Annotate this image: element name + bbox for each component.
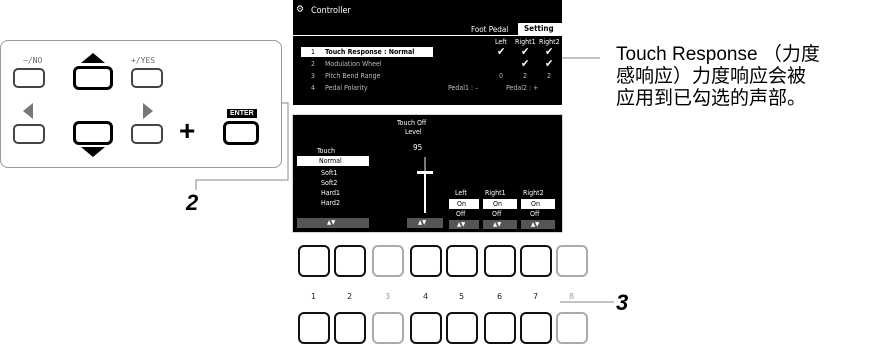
- check-icon[interactable]: ✔: [545, 57, 553, 70]
- step-3-label: 3: [616, 290, 629, 315]
- part-right2-on[interactable]: On: [521, 199, 555, 209]
- button-number-5: 5: [459, 292, 465, 301]
- touch-option[interactable]: Normal: [319, 157, 342, 165]
- tab-foot-pedal[interactable]: Foot Pedal: [471, 25, 508, 34]
- touch-option[interactable]: Soft1: [321, 169, 337, 177]
- touch-heading: Touch: [317, 147, 335, 155]
- upper-button-5[interactable]: [446, 245, 478, 277]
- item-number: 3: [311, 72, 316, 80]
- button-number-6: 6: [497, 292, 503, 301]
- upper-button-1[interactable]: [298, 245, 330, 277]
- callout-line-1: Touch Response （力度: [616, 44, 820, 65]
- touch-off-label-2: Level: [405, 128, 422, 136]
- touch-option[interactable]: Hard2: [321, 199, 340, 207]
- pedal1-polarity[interactable]: Pedal1 : –: [448, 84, 478, 92]
- callout-line-3: 应用到已勾选的声部。: [616, 88, 807, 109]
- callout-line-2: 感响应）力度响应会被: [616, 66, 807, 87]
- item-number: 4: [311, 84, 316, 92]
- pitch-bend-left-value[interactable]: 0: [499, 72, 503, 80]
- part-left-arrows[interactable]: ▲▼: [449, 220, 479, 229]
- button-number-8: 8: [569, 292, 575, 301]
- touch-off-value: 95: [413, 143, 423, 152]
- tab-setting[interactable]: Setting: [518, 23, 562, 35]
- upper-button-8[interactable]: [556, 245, 588, 277]
- lower-button-4[interactable]: [410, 312, 442, 344]
- item-label[interactable]: Pedal Polarity: [325, 84, 368, 92]
- check-icon[interactable]: ✔: [521, 57, 529, 70]
- item-number: 1: [311, 48, 316, 56]
- button-number-7: 7: [533, 292, 539, 301]
- lower-button-6[interactable]: [484, 312, 516, 344]
- callout-text: Touch Response （力度 感响应）力度响应会被 应用到已勾选的声部。: [616, 44, 884, 110]
- touch-off-label: Touch Off: [397, 119, 427, 127]
- item-label[interactable]: Pitch Bend Range: [325, 72, 380, 80]
- part-right2-arrows[interactable]: ▲▼: [521, 220, 555, 229]
- lower-button-5[interactable]: [446, 312, 478, 344]
- button-number-4: 4: [423, 292, 429, 301]
- part-right1-label: Right1: [485, 189, 506, 197]
- upper-button-2[interactable]: [334, 245, 366, 277]
- item-label: Touch Response : Normal: [325, 48, 415, 56]
- upper-button-6[interactable]: [484, 245, 516, 277]
- button-number-1: 1: [311, 292, 317, 301]
- upper-button-3[interactable]: [372, 245, 404, 277]
- pitch-bend-right1-value[interactable]: 2: [523, 72, 527, 80]
- touch-off-slider-track[interactable]: [424, 157, 426, 213]
- screen-title: Controller: [311, 6, 351, 16]
- part-left-off[interactable]: Off: [456, 210, 465, 218]
- touch-off-slider-knob[interactable]: [417, 170, 433, 174]
- part-right1-arrows[interactable]: ▲▼: [483, 220, 517, 229]
- check-icon[interactable]: ✔: [497, 45, 505, 58]
- button-number-2: 2: [347, 292, 353, 301]
- controller-icon: ⚙: [296, 4, 305, 15]
- lower-button-2[interactable]: [334, 312, 366, 344]
- lower-button-8[interactable]: [556, 312, 588, 344]
- pitch-bend-right2-value[interactable]: 2: [547, 72, 551, 80]
- touch-option[interactable]: Hard1: [321, 189, 340, 197]
- part-left-label: Left: [455, 189, 467, 197]
- part-right2-label: Right2: [523, 189, 544, 197]
- lower-button-1[interactable]: [298, 312, 330, 344]
- item-label[interactable]: Modulation Wheel: [325, 60, 382, 68]
- touch-option[interactable]: Soft2: [321, 179, 337, 187]
- controller-screen: ⚙ Controller Foot Pedal Setting Left Rig…: [293, 0, 562, 105]
- upper-button-4[interactable]: [410, 245, 442, 277]
- part-right2-off[interactable]: Off: [530, 210, 539, 218]
- part-left-on[interactable]: On: [449, 199, 479, 209]
- lower-button-3[interactable]: [372, 312, 404, 344]
- touch-off-scroll-arrows[interactable]: ▲▼: [407, 218, 443, 228]
- step-2-label: 2: [186, 190, 199, 215]
- part-right1-on[interactable]: On: [483, 199, 517, 209]
- lower-button-7[interactable]: [520, 312, 552, 344]
- button-number-3: 3: [385, 292, 391, 301]
- upper-button-7[interactable]: [520, 245, 552, 277]
- part-right1-off[interactable]: Off: [492, 210, 501, 218]
- touch-scroll-arrows[interactable]: ▲▼: [297, 218, 369, 228]
- pedal2-polarity[interactable]: Pedal2 : +: [506, 84, 538, 92]
- touch-off-slider-fill: [424, 171, 426, 213]
- item-number: 2: [311, 60, 316, 68]
- tab-setting-label: Setting: [524, 24, 554, 33]
- touch-screen: Touch Normal Soft1 Soft2 Hard1 Hard2 ▲▼ …: [293, 115, 562, 232]
